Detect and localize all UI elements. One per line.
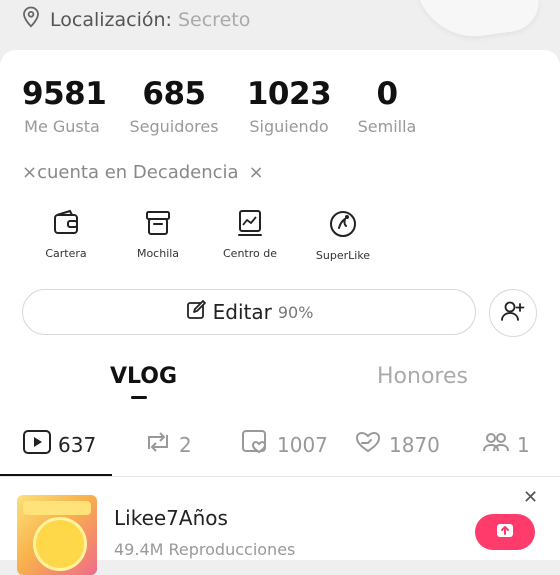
counter-liked-videos[interactable]: 1007 <box>241 429 328 460</box>
play-video-icon <box>22 429 52 460</box>
bio-signature[interactable]: ×cuenta en Decadencia × <box>22 162 264 183</box>
counter-value: 1870 <box>389 432 440 457</box>
video-thumbnail[interactable] <box>17 495 97 575</box>
counter-value: 1 <box>517 432 530 457</box>
stat-followers[interactable]: 685 Seguidores <box>124 76 224 136</box>
bio-prefix: × <box>22 162 38 183</box>
bio-suffix: × <box>248 162 264 183</box>
add-friend-button[interactable] <box>489 289 537 337</box>
stat-number: 685 <box>142 76 206 112</box>
close-icon[interactable]: ✕ <box>523 487 538 508</box>
edit-label: Editar <box>212 300 272 324</box>
location-value: Secreto <box>177 8 251 31</box>
profile-completion-percent: 90% <box>277 302 314 322</box>
location-pin-icon <box>22 6 40 33</box>
video-title[interactable]: Likee7Años <box>114 506 228 530</box>
top-header: Localización: Secreto <box>0 0 560 52</box>
video-views: 49.4M Reproducciones <box>114 540 296 559</box>
counter-supports[interactable]: 1870 <box>353 429 440 460</box>
tab-vlog[interactable]: VLOG <box>110 364 177 389</box>
counter-videos[interactable]: 637 <box>22 429 96 460</box>
tool-label: Mochila <box>136 247 180 260</box>
counter-reposts[interactable]: 2 <box>143 429 192 460</box>
backpack-icon <box>113 208 203 238</box>
counter-value: 637 <box>58 432 97 457</box>
tool-wallet[interactable]: Cartera <box>21 208 111 260</box>
thumbnail-banner <box>23 501 91 515</box>
location-label: Localización: <box>50 8 172 31</box>
cover-decoration <box>413 0 543 44</box>
stat-number: 0 <box>376 76 398 112</box>
stat-label: Me Gusta <box>24 117 100 136</box>
tool-label: Centro de <box>223 247 277 260</box>
counter-value: 2 <box>179 432 192 457</box>
stat-label: Semilla <box>357 117 417 136</box>
tab-active-indicator <box>131 396 147 399</box>
tool-label: Cartera <box>45 247 87 260</box>
tool-label: SuperLike <box>315 249 371 262</box>
liked-video-icon <box>241 429 271 460</box>
chart-board-icon <box>205 208 295 238</box>
section-divider <box>0 476 560 477</box>
counter-groups[interactable]: 1 <box>481 429 530 460</box>
tab-honores[interactable]: Honores <box>377 364 468 389</box>
edit-profile-button[interactable]: Editar 90% <box>22 289 476 335</box>
stat-seeds[interactable]: 0 Semilla <box>350 76 424 136</box>
stat-number: 1023 <box>246 76 332 112</box>
group-icon <box>481 429 511 460</box>
tool-superlike[interactable]: SuperLike <box>298 208 388 262</box>
add-user-icon <box>500 298 526 328</box>
boost-button[interactable] <box>475 514 535 550</box>
tool-center[interactable]: Centro de <box>205 208 295 260</box>
tool-backpack[interactable]: Mochila <box>113 208 203 260</box>
stat-number: 9581 <box>22 76 107 112</box>
rocket-upload-icon <box>495 520 515 544</box>
stat-label: Seguidores <box>129 117 219 136</box>
repost-icon <box>143 429 173 460</box>
superlike-icon <box>298 208 388 240</box>
location-row: Localización: Secreto <box>22 6 250 33</box>
heart-hand-icon <box>353 429 383 460</box>
thumbnail-cake-graphic <box>33 517 87 571</box>
wallet-icon <box>21 208 111 238</box>
stat-following[interactable]: 1023 Siguiendo <box>244 76 334 136</box>
edit-icon <box>185 299 207 325</box>
counter-value: 1007 <box>277 432 328 457</box>
bio-text: cuenta en Decadencia <box>37 162 239 183</box>
stat-label: Siguiendo <box>249 117 329 136</box>
stat-likes[interactable]: 9581 Me Gusta <box>22 76 107 136</box>
